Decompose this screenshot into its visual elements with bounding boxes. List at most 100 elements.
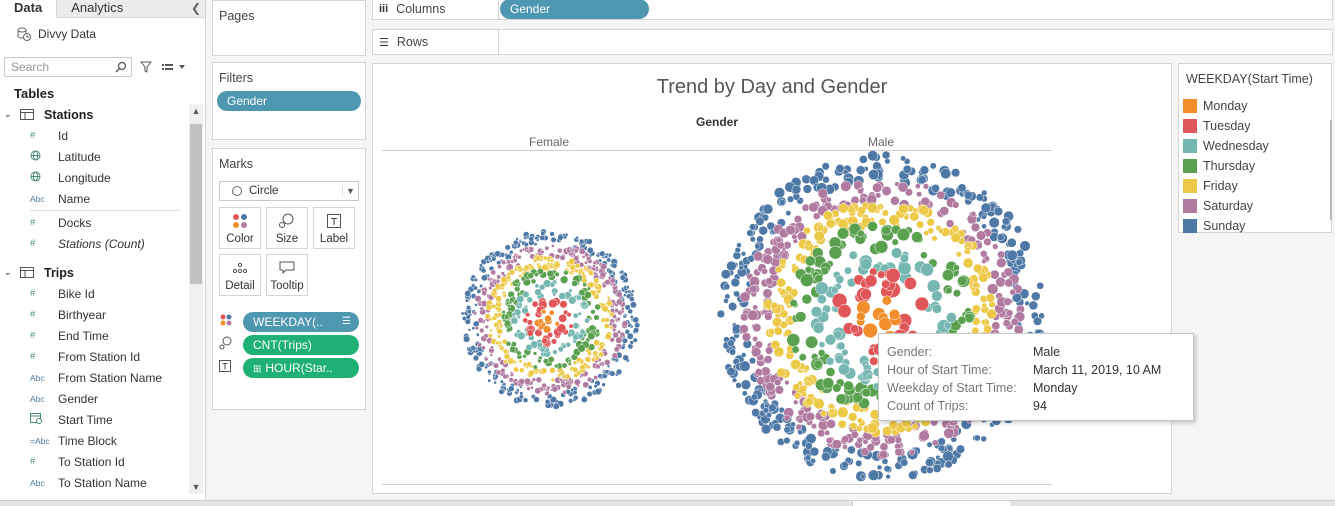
bubble-mark[interactable] — [931, 439, 939, 447]
bubble-mark[interactable] — [752, 323, 762, 333]
bubble-mark[interactable] — [972, 304, 981, 313]
bubble-mark[interactable] — [620, 306, 625, 311]
bubble-mark[interactable] — [591, 357, 596, 363]
bubble-mark[interactable] — [629, 301, 637, 309]
bubble-mark[interactable] — [903, 276, 917, 290]
bubble-mark[interactable] — [626, 332, 634, 340]
bubble-mark[interactable] — [615, 290, 623, 298]
bubble-mark[interactable] — [758, 225, 768, 236]
bubble-mark[interactable] — [629, 314, 634, 319]
bubble-mark[interactable] — [623, 293, 627, 297]
bubble-mark[interactable] — [611, 262, 618, 269]
bubble-mark[interactable] — [747, 309, 759, 321]
bubble-mark[interactable] — [874, 240, 889, 254]
bubble-mark[interactable] — [859, 258, 872, 271]
bubble-mark[interactable] — [587, 258, 593, 264]
bubble-mark[interactable] — [544, 390, 550, 397]
bubble-mark[interactable] — [621, 320, 629, 327]
bubble-mark[interactable] — [981, 258, 987, 264]
bubble-mark[interactable] — [812, 322, 825, 334]
bubble-mark[interactable] — [847, 445, 856, 455]
bubble-mark[interactable] — [515, 388, 520, 393]
bubble-mark[interactable] — [513, 239, 519, 246]
bubble-mark[interactable] — [544, 314, 552, 323]
bubble-mark[interactable] — [609, 370, 616, 377]
bubble-mark[interactable] — [776, 277, 787, 288]
bubble-mark[interactable] — [843, 380, 854, 391]
bubble-mark[interactable] — [756, 376, 766, 386]
bubble-mark[interactable] — [978, 272, 989, 283]
bubble-mark[interactable] — [552, 292, 557, 297]
bubble-mark[interactable] — [902, 164, 912, 174]
bubble-mark[interactable] — [479, 327, 485, 334]
collapse-pane-icon[interactable]: ❮ — [187, 0, 205, 17]
bubble-mark[interactable] — [550, 236, 557, 243]
bubble-mark[interactable] — [628, 296, 635, 302]
bubble-mark[interactable] — [932, 304, 942, 314]
bubble-mark[interactable] — [826, 419, 836, 429]
bubble-mark[interactable] — [485, 259, 490, 264]
bubble-mark[interactable] — [778, 288, 787, 296]
bubble-mark[interactable] — [738, 265, 744, 271]
bubble-mark[interactable] — [835, 164, 845, 173]
bubble-mark[interactable] — [603, 323, 610, 329]
bubble-mark[interactable] — [976, 230, 987, 241]
bubble-mark[interactable] — [952, 289, 961, 298]
bubble-mark[interactable] — [937, 444, 946, 452]
bubble-mark[interactable] — [495, 306, 500, 311]
bubble-mark[interactable] — [497, 264, 502, 269]
bubble-mark[interactable] — [573, 372, 579, 378]
bubble-mark[interactable] — [495, 340, 500, 346]
bubble-mark[interactable] — [525, 344, 533, 351]
bubble-mark[interactable] — [632, 337, 638, 343]
bubble-mark[interactable] — [584, 317, 590, 324]
bubble-mark[interactable] — [918, 430, 930, 442]
bubble-mark[interactable] — [780, 252, 788, 260]
bubble-mark[interactable] — [523, 241, 529, 248]
bubble-mark[interactable] — [594, 266, 599, 270]
bubble-mark[interactable] — [593, 375, 599, 381]
bubble-mark[interactable] — [883, 465, 891, 473]
bubble-mark[interactable] — [783, 414, 791, 422]
scroll-up-icon[interactable]: ▲ — [189, 106, 203, 118]
bubble-mark[interactable] — [981, 214, 987, 220]
field-item[interactable]: # Docks — [0, 212, 205, 233]
bubble-mark[interactable] — [878, 218, 887, 226]
bubble-mark[interactable] — [569, 247, 573, 252]
bubble-mark[interactable] — [480, 267, 487, 274]
bubble-mark[interactable] — [478, 360, 486, 368]
bubble-mark[interactable] — [532, 351, 538, 356]
bubble-mark[interactable] — [552, 349, 558, 355]
bubble-mark[interactable] — [594, 303, 601, 311]
bubble-mark[interactable] — [536, 341, 543, 348]
bubble-mark[interactable] — [801, 294, 812, 305]
bubble-mark[interactable] — [523, 264, 530, 271]
bubble-mark[interactable] — [502, 348, 508, 354]
bubble-mark[interactable] — [885, 268, 901, 283]
bubble-mark[interactable] — [940, 168, 952, 180]
bubble-mark[interactable] — [813, 359, 823, 369]
bubble-mark[interactable] — [572, 312, 579, 319]
bubble-mark[interactable] — [609, 325, 614, 330]
bubble-mark[interactable] — [817, 188, 828, 199]
detail-button[interactable]: Detail — [219, 254, 261, 296]
bubble-mark[interactable] — [957, 183, 967, 193]
color-button[interactable]: Color — [219, 207, 261, 249]
bubble-mark[interactable] — [765, 381, 776, 392]
bubble-mark[interactable] — [565, 383, 572, 390]
bubble-mark[interactable] — [804, 397, 814, 406]
bubble-mark[interactable] — [750, 346, 762, 358]
bubble-mark[interactable] — [575, 236, 579, 240]
bubble-mark[interactable] — [518, 378, 526, 385]
bubble-mark[interactable] — [805, 442, 813, 450]
bubble-mark[interactable] — [510, 317, 519, 325]
bubble-mark[interactable] — [525, 312, 531, 318]
bubble-mark[interactable] — [616, 298, 623, 306]
bubble-mark[interactable] — [740, 251, 747, 257]
bubble-mark[interactable] — [583, 266, 587, 271]
bubble-mark[interactable] — [918, 205, 929, 216]
bubble-mark[interactable] — [599, 250, 606, 257]
bubble-mark[interactable] — [520, 276, 526, 282]
bubble-mark[interactable] — [980, 319, 987, 325]
bubble-mark[interactable] — [497, 334, 501, 339]
